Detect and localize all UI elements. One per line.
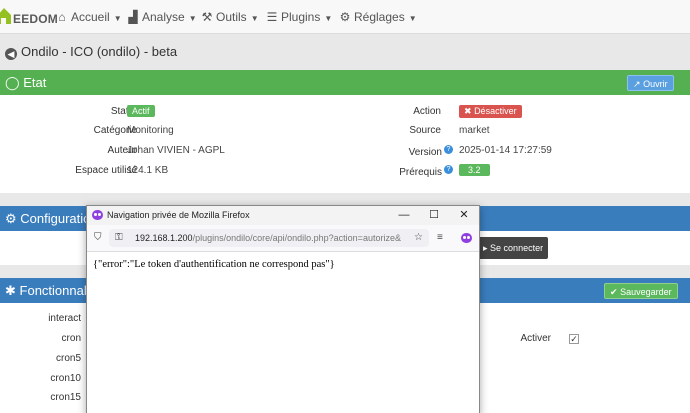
firefox-toolbar: ⛉ ⚿ 192.168.1.200/plugins/ondilo/core/ap… xyxy=(87,225,479,252)
categorie-value: Monitoring xyxy=(127,125,174,136)
check-circle-icon: ✔ xyxy=(610,287,618,297)
help-icon[interactable]: ? xyxy=(444,145,453,154)
top-navbar: EEDOM ⌂ Accueil ▼ ▟ Analyse ▼ ⚒ Outils ▼ ☰ Plug… xyxy=(0,0,690,34)
chevron-down-icon: ▼ xyxy=(408,14,417,23)
shield-icon[interactable]: ⛉ xyxy=(94,232,102,244)
maximize-icon[interactable]: ☐ xyxy=(424,208,444,223)
link-icon: ▸ xyxy=(483,243,488,253)
gear-icon: ⚙ xyxy=(339,10,351,24)
minimize-icon[interactable]: — xyxy=(394,208,414,223)
auteur-value: Johan VIVIEN - AGPL xyxy=(127,145,225,156)
nav-reglages-label: Réglages xyxy=(354,10,405,24)
configuration-title: ⚙ Configuration xyxy=(5,211,98,227)
nav-analyse[interactable]: ▟ Analyse ▼ xyxy=(127,10,197,24)
sauvegarder-label: Sauvegarder xyxy=(620,287,672,297)
se-connecter-label: Se connecter xyxy=(490,243,544,253)
cron-activer-checkbox[interactable]: ✓ xyxy=(569,334,579,344)
etat-panel-header: ◯ Etat ↗ Ouvrir xyxy=(0,70,690,95)
nav-analyse-label: Analyse xyxy=(142,10,185,24)
close-window-icon[interactable]: ✕ xyxy=(454,208,474,223)
lock-insecure-icon[interactable]: ⚿ xyxy=(115,232,123,244)
help-icon[interactable]: ? xyxy=(444,165,453,174)
firefox-titlebar[interactable]: Navigation privée de Mozilla Firefox — ☐… xyxy=(87,206,479,225)
chevron-down-icon: ▼ xyxy=(324,14,333,23)
sauvegarder-button[interactable]: ✔ Sauvegarder xyxy=(604,283,678,299)
version-label-text: Version xyxy=(408,147,442,158)
desactiver-label: Désactiver xyxy=(474,106,517,116)
espace-value: 124.1 KB xyxy=(127,165,169,176)
desactiver-button[interactable]: ✖ Désactiver xyxy=(459,105,522,118)
nav-outils-label: Outils xyxy=(216,10,247,24)
firefox-private-window: Navigation privée de Mozilla Firefox — ☐… xyxy=(86,205,480,413)
nav-outils[interactable]: ⚒ Outils ▼ xyxy=(201,10,259,24)
statut-value: Actif xyxy=(127,105,155,117)
chevron-down-icon: ▼ xyxy=(113,14,122,23)
cron5-label: cron5 xyxy=(55,353,81,364)
page-content: {"error":"Le token d'authentification ne… xyxy=(93,259,335,270)
url-host: 192.168.1.200 xyxy=(135,233,193,243)
nav-plugins-label: Plugins xyxy=(281,10,321,24)
menu-icon[interactable]: ≡ xyxy=(437,232,443,244)
statut-badge: Actif xyxy=(127,105,155,117)
prerequis-badge: 3.2 xyxy=(459,164,490,176)
etat-panel-body: Statut Actif Catégorie Monitoring Auteur… xyxy=(0,95,690,193)
chevron-down-icon: ▼ xyxy=(250,14,259,23)
list-icon: ☰ xyxy=(266,10,278,24)
private-browsing-icon[interactable] xyxy=(461,233,472,243)
url-text: 192.168.1.200/plugins/ondilo/core/api/on… xyxy=(135,233,423,243)
source-label: Source xyxy=(409,125,441,136)
nav-reglages[interactable]: ⚙ Réglages ▼ xyxy=(339,10,417,24)
chevron-down-icon: ▼ xyxy=(188,14,197,23)
version-label: Version? xyxy=(409,145,453,158)
home-icon: ⌂ xyxy=(58,10,66,24)
wrench-icon: ⚒ xyxy=(201,10,213,24)
etat-title: ◯ Etat xyxy=(5,75,46,91)
back-arrow-icon[interactable]: ◀ xyxy=(5,48,17,60)
cron-label: cron xyxy=(61,333,81,344)
url-path: /plugins/ondilo/core/api/ondilo.php?acti… xyxy=(192,233,401,243)
logo-text: EEDOM xyxy=(13,12,59,26)
interact-label: interact xyxy=(48,313,81,324)
activer-label: Activer xyxy=(520,333,551,344)
ouvrir-label: Ouvrir xyxy=(643,79,668,89)
close-icon: ✖ xyxy=(464,106,472,116)
nav-plugins[interactable]: ☰ Plugins ▼ xyxy=(266,10,333,24)
page-title: ◀ Ondilo - ICO (ondilo) - beta xyxy=(5,44,177,60)
jeedom-logo[interactable]: EEDOM xyxy=(0,3,58,31)
cogs-icon: ⚙ xyxy=(5,211,17,226)
etat-title-text: Etat xyxy=(23,75,47,90)
source-value: market xyxy=(459,125,490,136)
ouvrir-button[interactable]: ↗ Ouvrir xyxy=(627,75,674,91)
window-title: Navigation privée de Mozilla Firefox xyxy=(107,210,250,220)
share-icon: ↗ xyxy=(633,79,641,89)
refresh-icon: ◯ xyxy=(5,75,20,90)
nav-accueil-label: Accueil xyxy=(71,10,110,24)
chart-icon: ▟ xyxy=(128,10,138,24)
se-connecter-button[interactable]: ▸ Se connecter xyxy=(478,237,549,259)
cron15-label: cron15 xyxy=(50,392,81,403)
action-value: ✖ Désactiver xyxy=(459,105,522,118)
cron10-label: cron10 xyxy=(50,373,81,384)
page-title-text: Ondilo - ICO (ondilo) - beta xyxy=(21,44,178,59)
prerequis-value: 3.2 xyxy=(459,164,490,176)
version-value: 2025-01-14 17:27:59 xyxy=(459,145,552,156)
prerequis-label-text: Prérequis xyxy=(399,167,442,178)
url-bar[interactable]: ⚿ 192.168.1.200/plugins/ondilo/core/api/… xyxy=(109,229,429,247)
action-label: Action xyxy=(413,106,441,117)
puzzle-icon: ✱ xyxy=(5,283,16,298)
nav-accueil[interactable]: ⌂ Accueil ▼ xyxy=(56,10,122,24)
bookmark-star-icon[interactable]: ☆ xyxy=(414,232,423,244)
prerequis-label: Prérequis? xyxy=(399,165,453,178)
private-browsing-icon xyxy=(92,210,103,220)
house-logo-icon xyxy=(0,8,11,24)
